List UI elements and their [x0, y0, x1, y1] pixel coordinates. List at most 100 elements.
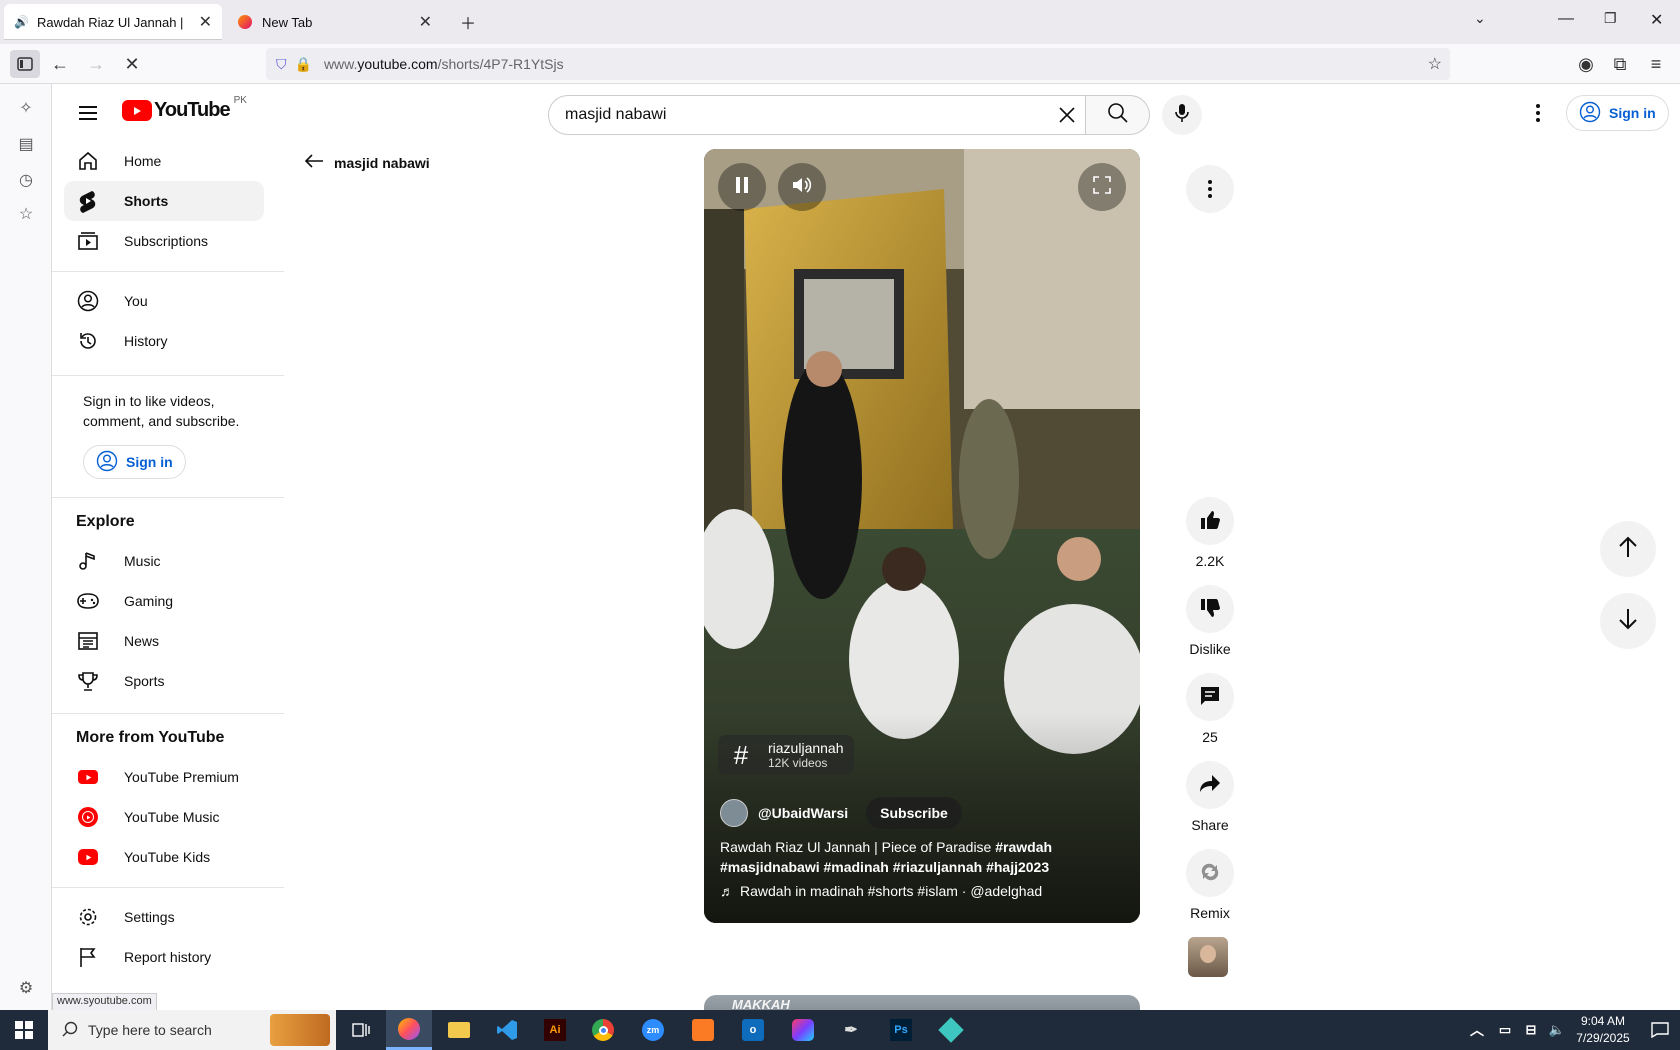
search-input[interactable]: masjid nabawi [548, 95, 1086, 135]
back-to-search-link[interactable]: masjid nabawi [304, 153, 430, 172]
synced-tabs-icon[interactable]: ▤ [16, 134, 36, 154]
start-windows-icon[interactable] [0, 1010, 48, 1050]
hashtag-chip[interactable]: # riazuljannah 12K videos [718, 735, 854, 775]
sound-thumbnail[interactable] [1188, 937, 1228, 977]
shorts-player[interactable]: # riazuljannah 12K videos @UbaidWarsi Su… [704, 149, 1140, 923]
guide-item-settings[interactable]: Settings [64, 897, 264, 937]
account-icon[interactable]: ◉ [1572, 52, 1600, 76]
fullscreen-button[interactable] [1078, 163, 1126, 211]
subscribe-button[interactable]: Subscribe [866, 797, 962, 829]
comment-count: 25 [1202, 729, 1218, 745]
back-icon[interactable]: ← [46, 52, 74, 76]
gaming-icon [76, 589, 100, 613]
account-circle-icon [96, 450, 118, 475]
close-window-button[interactable]: ✕ [1650, 10, 1663, 30]
lock-icon[interactable]: 🔒 [295, 56, 312, 73]
minimize-button[interactable]: — [1558, 10, 1574, 28]
home-icon [76, 149, 100, 173]
like-button[interactable] [1186, 497, 1234, 545]
guide-menu-icon[interactable] [76, 101, 100, 125]
more-actions-button[interactable] [1186, 165, 1234, 213]
guide-item-youtube-music[interactable]: YouTube Music [64, 797, 264, 837]
chrome-icon[interactable] [580, 1010, 626, 1050]
creative-cloud-icon[interactable] [780, 1010, 826, 1050]
address-bar[interactable]: ⛉ 🔒 www. youtube.com/shorts/4P7-R1YtSjs ☆ [266, 48, 1450, 80]
xampp-icon[interactable] [680, 1010, 726, 1050]
channel-avatar[interactable] [720, 799, 748, 827]
forward-icon[interactable]: → [82, 52, 110, 76]
guide-item-you[interactable]: You [64, 281, 264, 321]
audio-playing-icon[interactable]: 🔊 [14, 15, 29, 29]
guide-divider [52, 497, 284, 498]
tracking-shield-icon[interactable]: ⛉ [276, 56, 287, 73]
guide-item-youtube-premium[interactable]: YouTube Premium [64, 757, 264, 797]
notifications-icon[interactable] [1640, 1010, 1680, 1050]
next-short-button[interactable] [1600, 593, 1656, 649]
search-button[interactable] [1086, 95, 1150, 135]
masthead-sign-in-button[interactable]: Sign in [1566, 95, 1669, 131]
display-icon[interactable]: ▭ [1492, 1010, 1518, 1050]
history-icon [76, 329, 100, 353]
guide-item-report-history[interactable]: Report history [64, 937, 264, 977]
bookmark-star-icon[interactable]: ☆ [1428, 54, 1442, 74]
clear-search-icon[interactable] [1055, 103, 1079, 127]
sidebar-toggle-icon[interactable] [10, 50, 40, 78]
remix-button[interactable] [1186, 849, 1234, 897]
previous-short-button[interactable] [1600, 521, 1656, 577]
share-button[interactable] [1186, 761, 1234, 809]
voice-search-button[interactable] [1162, 95, 1202, 135]
history-icon[interactable]: ◷ [16, 170, 36, 190]
guide-item-sports[interactable]: Sports [64, 661, 264, 701]
youtube-logo[interactable]: YouTube PK [122, 95, 247, 122]
app-diamond-icon[interactable] [928, 1010, 974, 1050]
customize-sidebar-icon[interactable]: ⚙ [16, 978, 36, 998]
network-icon[interactable]: ⊟ [1518, 1010, 1544, 1050]
ai-chatbot-icon[interactable]: ✧ [16, 98, 36, 118]
new-tab-button[interactable]: ＋ [460, 10, 476, 34]
file-explorer-icon[interactable] [436, 1010, 482, 1050]
guide-item-history[interactable]: History [64, 321, 264, 361]
browser-sidebar: ✧ ▤ ◷ ☆ ⚙ [0, 84, 52, 1010]
illustrator-icon[interactable]: Ai [532, 1010, 578, 1050]
close-tab-icon[interactable]: ✕ [199, 12, 212, 32]
list-tabs-icon[interactable]: ⌄ [1474, 10, 1486, 27]
extensions-icon[interactable]: ⧉ [1606, 52, 1634, 76]
guide-item-gaming[interactable]: Gaming [64, 581, 264, 621]
guide-divider [52, 375, 284, 376]
task-view-icon[interactable] [338, 1010, 384, 1050]
remix-action: Remix [1186, 849, 1234, 921]
restore-button[interactable]: ❐ [1604, 10, 1617, 27]
guide-item-home[interactable]: Home [64, 141, 264, 181]
vscode-icon[interactable] [484, 1010, 530, 1050]
bookmarks-icon[interactable]: ☆ [16, 204, 36, 224]
guide-item-music[interactable]: Music [64, 541, 264, 581]
close-tab-icon[interactable]: ✕ [419, 12, 432, 32]
sound-title: Rawdah in madinah #shorts #islam · @adel… [740, 883, 1043, 899]
guide-item-shorts[interactable]: Shorts [64, 181, 264, 221]
dislike-button[interactable] [1186, 585, 1234, 633]
firefox-taskbar-icon[interactable] [386, 1010, 432, 1050]
guide-item-youtube-kids[interactable]: YouTube Kids [64, 837, 264, 877]
next-short-preview[interactable]: MAKKAH [704, 995, 1140, 1010]
channel-name[interactable]: @UbaidWarsi [758, 805, 848, 821]
guide-sign-in-button[interactable]: Sign in [83, 445, 186, 479]
speaker-icon[interactable]: 🔈 [1544, 1010, 1570, 1050]
photoshop-icon[interactable]: Ps [878, 1010, 924, 1050]
tab-new-tab[interactable]: New Tab ✕ [228, 4, 442, 40]
settings-dots-icon[interactable] [1526, 101, 1550, 125]
tab-youtube-short[interactable]: 🔊 Rawdah Riaz Ul Jannah | Pie ✕ [4, 4, 222, 40]
volume-button[interactable] [778, 163, 826, 211]
sound-row[interactable]: ♬ Rawdah in madinah #shorts #islam · @ad… [720, 883, 1042, 899]
pen-tool-icon[interactable]: ✒ [828, 1010, 874, 1050]
menu-icon[interactable]: ≡ [1642, 52, 1670, 76]
show-hidden-icons-icon[interactable]: ︿ [1462, 1010, 1492, 1050]
zoom-icon[interactable]: zm [630, 1010, 676, 1050]
taskbar-search-box[interactable]: Type here to search [48, 1010, 336, 1050]
comments-button[interactable] [1186, 673, 1234, 721]
pause-button[interactable] [718, 163, 766, 211]
stop-loading-icon[interactable]: ✕ [118, 52, 146, 76]
outlook-icon[interactable]: o [730, 1010, 776, 1050]
clock[interactable]: 9:04 AM 7/29/2025 [1570, 1013, 1636, 1047]
guide-item-news[interactable]: News [64, 621, 264, 661]
guide-item-subscriptions[interactable]: Subscriptions [64, 221, 264, 261]
